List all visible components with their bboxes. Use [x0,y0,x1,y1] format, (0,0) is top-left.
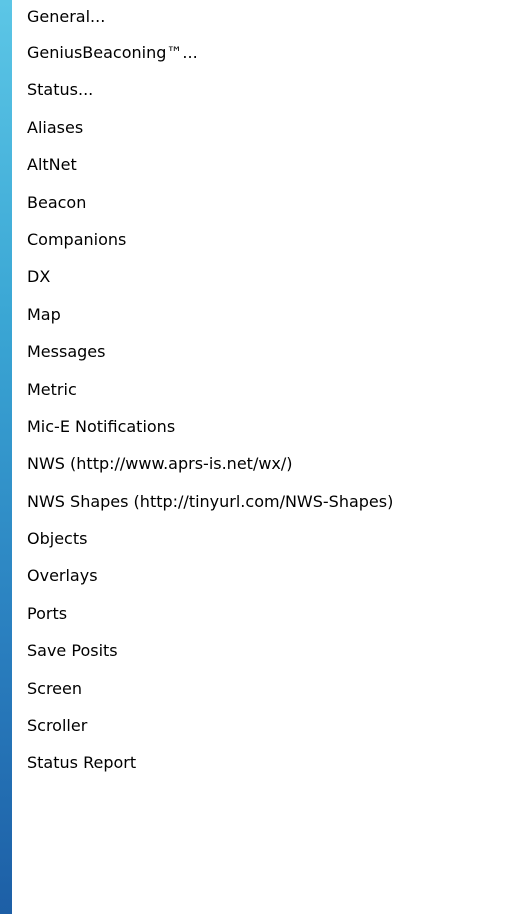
menu-item-dx[interactable]: DX [12,258,531,295]
menu-item-beacon[interactable]: Beacon [12,184,531,221]
menu-item-ports[interactable]: Ports [12,595,531,632]
menu-item-map[interactable]: Map [12,296,531,333]
menu-item-companions[interactable]: Companions [12,221,531,258]
context-menu: General... GeniusBeaconing™... Status...… [12,0,531,914]
menu-item-objects[interactable]: Objects [12,520,531,557]
menu-item-nws[interactable]: NWS (http://www.aprs-is.net/wx/) [12,445,531,482]
menu-item-status-report[interactable]: Status Report [12,744,531,781]
window-accent-strip [0,0,12,914]
menu-item-altnet[interactable]: AltNet [12,146,531,183]
menu-window: General... GeniusBeaconing™... Status...… [0,0,531,914]
menu-item-screen[interactable]: Screen [12,670,531,707]
menu-item-overlays[interactable]: Overlays [12,557,531,594]
menu-item-nws-shapes[interactable]: NWS Shapes (http://tinyurl.com/NWS-Shape… [12,483,531,520]
menu-item-mic-e-notifications[interactable]: Mic-E Notifications [12,408,531,445]
menu-item-aliases[interactable]: Aliases [12,109,531,146]
menu-list: General... GeniusBeaconing™... Status...… [12,0,531,782]
menu-item-general[interactable]: General... [12,0,531,34]
menu-item-metric[interactable]: Metric [12,371,531,408]
menu-item-status[interactable]: Status... [12,71,531,108]
menu-item-scroller[interactable]: Scroller [12,707,531,744]
menu-item-messages[interactable]: Messages [12,333,531,370]
menu-item-geniusbeaconing[interactable]: GeniusBeaconing™... [12,34,531,71]
menu-item-save-posits[interactable]: Save Posits [12,632,531,669]
